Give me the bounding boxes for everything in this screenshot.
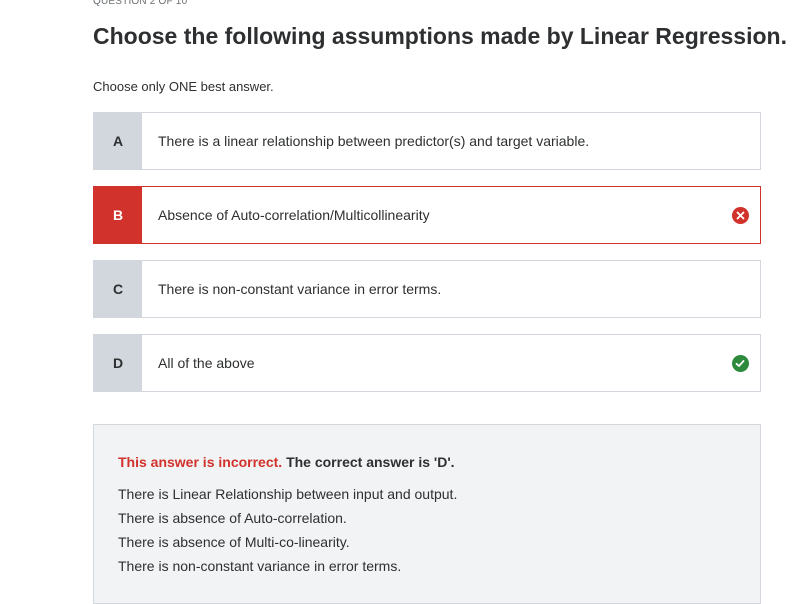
incorrect-icon <box>731 206 749 224</box>
explanation-line: There is absence of Multi-co-linearity. <box>118 534 350 550</box>
option-text: There is non-constant variance in error … <box>158 281 442 297</box>
option-letter: D <box>94 335 142 391</box>
option-text: There is a linear relationship between p… <box>158 133 590 149</box>
correct-answer-label: The correct answer is 'D'. <box>286 454 455 470</box>
option-letter: A <box>94 113 142 169</box>
option-text: Absence of Auto-correlation/Multicolline… <box>158 207 430 223</box>
option-a[interactable]: A There is a linear relationship between… <box>93 112 761 170</box>
option-d[interactable]: D All of the above <box>93 334 761 392</box>
explanation-line: There is Linear Relationship between inp… <box>118 486 458 502</box>
question-counter: QUESTION 2 OF 10 <box>93 0 188 7</box>
option-letter: B <box>94 187 142 243</box>
feedback-heading: This answer is incorrect. The correct an… <box>118 452 736 472</box>
incorrect-label: This answer is incorrect. <box>118 454 283 470</box>
question-instruction: Choose only ONE best answer. <box>93 79 274 94</box>
option-letter: C <box>94 261 142 317</box>
correct-icon <box>731 354 749 372</box>
option-status <box>720 335 760 391</box>
option-c[interactable]: C There is non-constant variance in erro… <box>93 260 761 318</box>
explanation-line: There is non-constant variance in error … <box>118 558 402 574</box>
option-b[interactable]: B Absence of Auto-correlation/Multicolli… <box>93 186 761 244</box>
explanation-line: There is absence of Auto-correlation. <box>118 510 347 526</box>
question-title: Choose the following assumptions made by… <box>93 23 787 49</box>
feedback-panel: This answer is incorrect. The correct an… <box>93 424 761 604</box>
option-text: All of the above <box>158 355 255 371</box>
option-status <box>720 187 760 243</box>
